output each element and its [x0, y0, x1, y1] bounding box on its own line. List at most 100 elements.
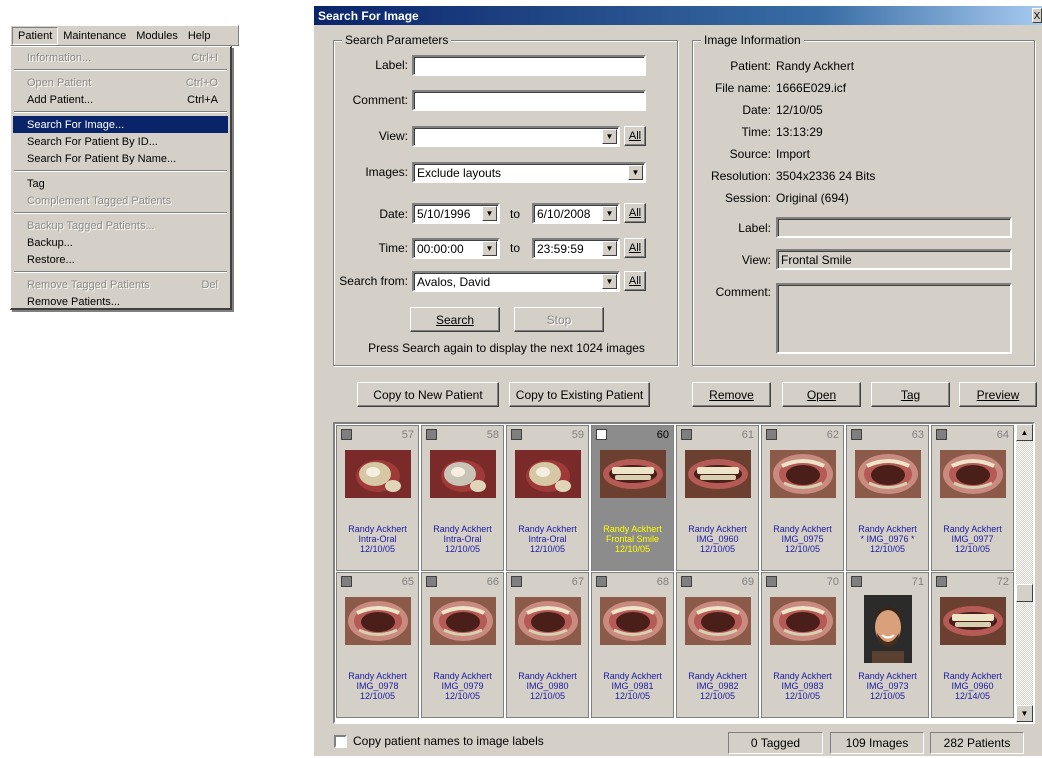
thumbnail-image[interactable] — [600, 597, 666, 645]
menu-item-search-for-patient-by-id[interactable]: Search For Patient By ID... — [13, 133, 228, 150]
remove-button[interactable]: Remove — [692, 382, 771, 407]
image-thumbnail[interactable]: 61 Randy Ackhert IMG_0960 12/10/05 — [676, 425, 759, 571]
chevron-down-icon[interactable]: ▼ — [628, 165, 643, 180]
image-thumbnail[interactable]: 57 Randy Ackhert Intra-Oral 12/10/05 — [336, 425, 419, 571]
search-button[interactable]: Search — [410, 307, 500, 332]
thumbnail-date: 12/10/05 — [699, 691, 736, 701]
chevron-down-icon[interactable]: ▼ — [602, 274, 617, 289]
thumbnail-number: 57 — [401, 429, 414, 441]
chevron-down-icon[interactable]: ▼ — [482, 206, 497, 221]
thumbnail-image[interactable] — [864, 595, 912, 663]
copy-names-checkbox[interactable] — [334, 735, 347, 748]
image-thumbnail[interactable]: 67 Randy Ackhert IMG_0980 12/10/05 — [506, 572, 589, 718]
scrollbar-thumb[interactable] — [1016, 584, 1033, 602]
thumbnail-image[interactable] — [770, 450, 836, 498]
image-thumbnail[interactable]: 72 Randy Ackhert IMG_0960 12/14/05 — [931, 572, 1014, 718]
tag-checkbox[interactable] — [766, 576, 777, 587]
time-to-picker[interactable]: 23:59:59 ▼ — [532, 238, 620, 259]
thumbnail-image[interactable] — [600, 450, 666, 498]
images-select[interactable]: Exclude layouts ▼ — [412, 162, 646, 183]
thumbnail-image[interactable] — [515, 597, 581, 645]
tagged-count: 0 Tagged — [728, 732, 823, 754]
chevron-down-icon[interactable]: ▼ — [482, 241, 497, 256]
copy-to-existing-patient-button[interactable]: Copy to Existing Patient — [509, 382, 650, 407]
date-to-picker[interactable]: 6/10/2008 ▼ — [532, 203, 620, 224]
chevron-down-icon[interactable]: ▼ — [602, 129, 617, 144]
vertical-scrollbar[interactable]: ▲ ▼ — [1016, 424, 1033, 722]
copy-to-new-patient-button[interactable]: Copy to New Patient — [357, 382, 499, 407]
menu-item-search-for-image[interactable]: Search For Image... — [13, 116, 228, 133]
chevron-down-icon[interactable]: ▼ — [602, 241, 617, 256]
tag-checkbox[interactable] — [851, 576, 862, 587]
preview-button[interactable]: Preview — [959, 382, 1037, 407]
scroll-up-icon[interactable]: ▲ — [1016, 424, 1033, 441]
view-select[interactable]: ▼ — [412, 126, 620, 147]
tag-checkbox[interactable] — [511, 576, 522, 587]
thumbnail-image[interactable] — [685, 597, 751, 645]
view-all-button[interactable]: All — [624, 126, 646, 146]
scroll-down-icon[interactable]: ▼ — [1016, 705, 1033, 722]
thumbnail-image[interactable] — [855, 450, 921, 498]
tag-checkbox[interactable] — [341, 576, 352, 587]
thumbnail-header: 68 — [592, 573, 673, 591]
search-from-select[interactable]: Avalos, David ▼ — [412, 271, 620, 292]
close-button[interactable]: X — [1032, 8, 1042, 23]
tag-checkbox[interactable] — [936, 429, 947, 440]
menu-item-tag[interactable]: Tag — [13, 175, 228, 192]
menu-item-backup[interactable]: Backup... — [13, 234, 228, 251]
image-thumbnail[interactable]: 64 Randy Ackhert IMG_0977 12/10/05 — [931, 425, 1014, 571]
image-thumbnail[interactable]: 62 Randy Ackhert IMG_0975 12/10/05 — [761, 425, 844, 571]
stop-button[interactable]: Stop — [514, 307, 604, 332]
label-input[interactable] — [412, 55, 646, 76]
tag-checkbox[interactable] — [341, 429, 352, 440]
chevron-down-icon[interactable]: ▼ — [602, 206, 617, 221]
tag-checkbox[interactable] — [596, 429, 607, 440]
comment-input[interactable] — [412, 90, 646, 111]
tag-checkbox[interactable] — [681, 429, 692, 440]
thumbnail-image[interactable] — [770, 597, 836, 645]
image-thumbnail[interactable]: 71 Randy Ackhert IMG_0973 12/10/05 — [846, 572, 929, 718]
thumbnail-caption: Randy Ackhert IMG_0979 12/10/05 — [422, 671, 503, 701]
thumbnail-image[interactable] — [940, 450, 1006, 498]
thumbnail-image[interactable] — [345, 450, 411, 498]
menu-item-add-patient[interactable]: Add Patient... Ctrl+A — [13, 91, 228, 108]
date-all-button[interactable]: All — [624, 203, 646, 223]
image-thumbnail[interactable]: 66 Randy Ackhert IMG_0979 12/10/05 — [421, 572, 504, 718]
tag-button[interactable]: Tag — [871, 382, 950, 407]
menu-maintenance[interactable]: Maintenance — [58, 28, 131, 44]
image-thumbnail[interactable]: 70 Randy Ackhert IMG_0983 12/10/05 — [761, 572, 844, 718]
time-label: Time: — [741, 125, 771, 139]
image-thumbnail[interactable]: 68 Randy Ackhert IMG_0981 12/10/05 — [591, 572, 674, 718]
thumbnail-image[interactable] — [430, 450, 496, 498]
menu-item-search-for-patient-by-name[interactable]: Search For Patient By Name... — [13, 150, 228, 167]
time-from-picker[interactable]: 00:00:00 ▼ — [412, 238, 500, 259]
thumbnail-image[interactable] — [345, 597, 411, 645]
tag-checkbox[interactable] — [766, 429, 777, 440]
thumbnail-image[interactable] — [515, 450, 581, 498]
tag-checkbox[interactable] — [426, 576, 437, 587]
time-all-button[interactable]: All — [624, 238, 646, 258]
thumbnail-image[interactable] — [940, 597, 1006, 645]
image-thumbnail[interactable]: 58 Randy Ackhert Intra-Oral 12/10/05 — [421, 425, 504, 571]
menu-item-restore[interactable]: Restore... — [13, 251, 228, 268]
tag-checkbox[interactable] — [851, 429, 862, 440]
tag-checkbox[interactable] — [596, 576, 607, 587]
thumbnail-image[interactable] — [685, 450, 751, 498]
date-from-picker[interactable]: 5/10/1996 ▼ — [412, 203, 500, 224]
menu-help[interactable]: Help — [183, 28, 216, 44]
search-from-all-button[interactable]: All — [624, 271, 646, 291]
menu-item-remove-patients[interactable]: Remove Patients... — [13, 293, 228, 310]
menu-patient[interactable]: Patient — [12, 26, 59, 45]
tag-checkbox[interactable] — [681, 576, 692, 587]
menu-modules[interactable]: Modules — [131, 28, 183, 44]
tag-checkbox[interactable] — [426, 429, 437, 440]
tag-checkbox[interactable] — [511, 429, 522, 440]
image-thumbnail[interactable]: 63 Randy Ackhert * IMG_0976 * 12/10/05 — [846, 425, 929, 571]
image-thumbnail[interactable]: 60 Randy Ackhert Frontal Smile 12/10/05 — [591, 425, 674, 571]
image-thumbnail[interactable]: 65 Randy Ackhert IMG_0978 12/10/05 — [336, 572, 419, 718]
tag-checkbox[interactable] — [936, 576, 947, 587]
thumbnail-image[interactable] — [430, 597, 496, 645]
image-thumbnail[interactable]: 59 Randy Ackhert Intra-Oral 12/10/05 — [506, 425, 589, 571]
image-thumbnail[interactable]: 69 Randy Ackhert IMG_0982 12/10/05 — [676, 572, 759, 718]
open-button[interactable]: Open — [782, 382, 861, 407]
